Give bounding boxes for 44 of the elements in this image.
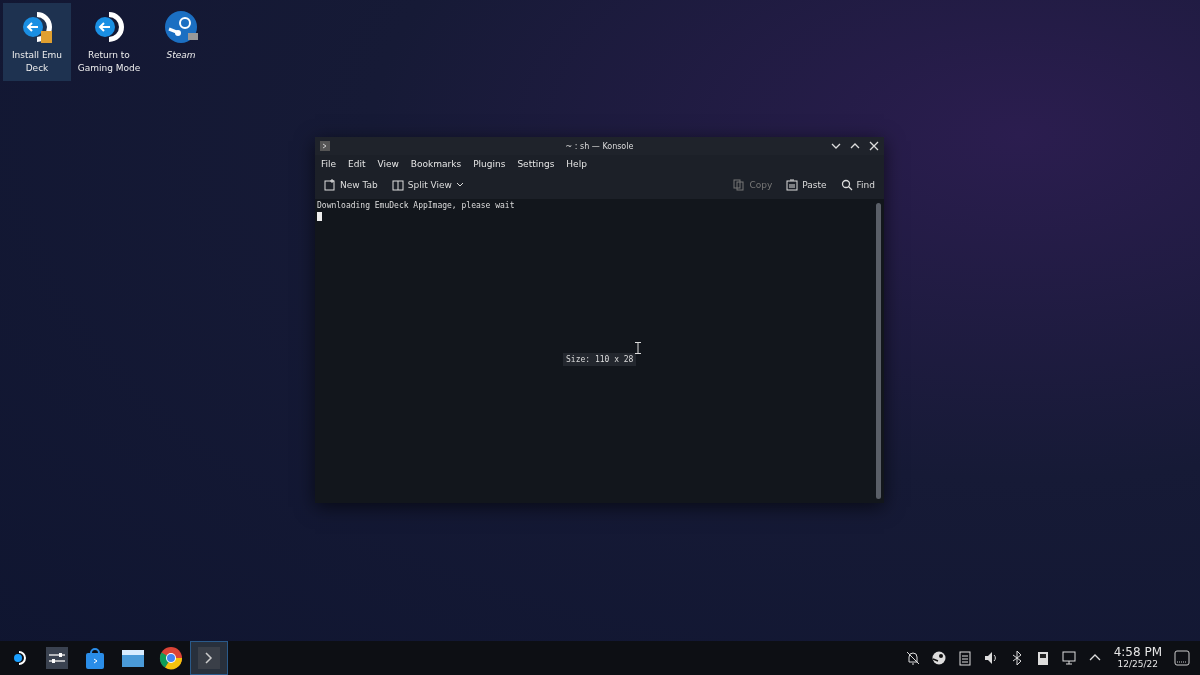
steam-icon[interactable] — [931, 650, 946, 666]
menu-item[interactable]: Plugins — [473, 159, 506, 169]
maximize-icon[interactable] — [850, 141, 860, 151]
toolbar-button[interactable]: Find — [837, 177, 878, 193]
clipboard-icon — [786, 179, 799, 191]
menu-item[interactable]: Edit — [348, 159, 366, 169]
text-cursor — [317, 212, 322, 221]
terminal-app-icon — [320, 141, 330, 151]
clipboard-icon[interactable] — [957, 650, 972, 666]
menu-item[interactable]: View — [377, 159, 399, 169]
clock-date[interactable]: 12/25/22 — [1117, 658, 1159, 670]
desktop-icon[interactable]: Install Emu Deck — [3, 3, 71, 81]
menu-item[interactable]: File — [321, 159, 337, 169]
toolbar-button[interactable]: New Tab — [321, 177, 381, 193]
browser-icon — [158, 645, 184, 671]
desktop-icon[interactable]: Return to Gaming Mode — [75, 3, 143, 81]
new-tab-icon — [324, 179, 336, 191]
window-title: ~ : sh — Konsole — [565, 141, 634, 151]
terminal-output: Downloading EmuDeck AppImage, please wait — [317, 201, 516, 210]
terminal-area[interactable]: Downloading EmuDeck AppImage, please wait Size: 110 x 28 — [315, 199, 884, 503]
size-tooltip: Size: 110 x 28 — [563, 353, 637, 366]
scrollbar[interactable] — [876, 203, 881, 499]
close-icon[interactable] — [869, 141, 879, 151]
clock-time[interactable]: 4:58 PM — [1113, 646, 1162, 658]
desktop-icon[interactable]: Steam — [147, 3, 215, 81]
caret-icon — [455, 182, 464, 188]
search-icon — [840, 179, 853, 191]
split-view-icon — [391, 179, 404, 191]
ibeam-cursor-icon — [635, 342, 641, 354]
menu-item[interactable]: Settings — [517, 159, 555, 169]
show-desktop-icon[interactable] — [1174, 650, 1190, 666]
copy-icon — [733, 179, 746, 191]
menu-item[interactable]: Bookmarks — [410, 159, 462, 169]
toolbar-button[interactable]: Paste — [783, 177, 830, 193]
steam-icon — [163, 9, 199, 45]
terminal-icon — [196, 645, 222, 671]
menu-item[interactable]: Help — [566, 159, 587, 169]
monitor-icon[interactable] — [1061, 650, 1076, 666]
muted-bell-icon[interactable] — [905, 650, 920, 666]
storage-device-icon[interactable] — [1035, 650, 1050, 666]
minimize-icon[interactable] — [831, 141, 841, 151]
toolbar-button[interactable]: Split View — [388, 177, 467, 193]
speaker-icon[interactable] — [983, 650, 998, 666]
sliders-icon — [44, 645, 70, 671]
